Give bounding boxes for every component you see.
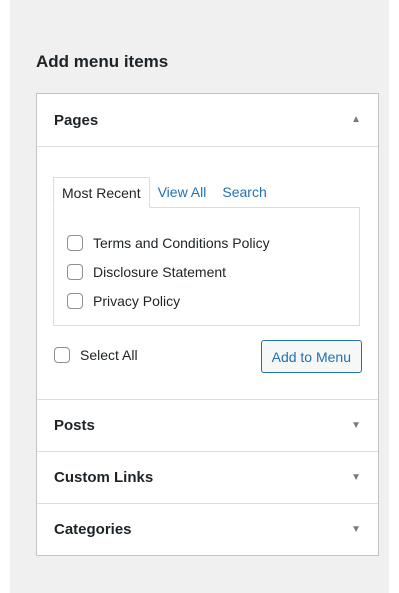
list-item[interactable]: Disclosure Statement: [67, 257, 270, 286]
tab-search[interactable]: Search: [214, 177, 274, 207]
select-all-control[interactable]: Select All: [54, 347, 138, 363]
tab-view-all[interactable]: View All: [150, 177, 215, 207]
custom-links-section-header[interactable]: Custom Links ▼: [37, 451, 378, 503]
checkbox-icon[interactable]: [67, 292, 83, 309]
pages-checklist: Terms and Conditions Policy Disclosure S…: [67, 228, 270, 315]
page-item-label: Disclosure Statement: [93, 263, 227, 280]
arrow-up-icon[interactable]: ▲: [351, 115, 361, 125]
most-recent-tab-panel: Terms and Conditions Policy Disclosure S…: [53, 207, 360, 326]
page-item-label: Terms and Conditions Policy: [93, 234, 270, 251]
add-menu-items-heading: Add menu items: [36, 52, 169, 71]
posts-section-title: Posts: [54, 417, 95, 434]
list-item[interactable]: Privacy Policy: [67, 286, 270, 315]
posts-section-header[interactable]: Posts ▼: [37, 399, 378, 451]
categories-section-title: Categories: [54, 521, 132, 538]
checkbox-icon[interactable]: [54, 347, 70, 363]
checkbox-icon[interactable]: [67, 234, 83, 251]
arrow-down-icon[interactable]: ▼: [351, 420, 361, 431]
list-item[interactable]: Terms and Conditions Policy: [67, 228, 270, 257]
add-to-menu-button[interactable]: Add to Menu: [260, 340, 362, 373]
checkbox-icon[interactable]: [67, 263, 83, 280]
tab-most-recent[interactable]: Most Recent: [53, 177, 150, 208]
pages-section-body: Most Recent View All Search Terms and Co…: [37, 146, 378, 399]
page-item-label: Privacy Policy: [93, 292, 181, 309]
arrow-down-icon[interactable]: ▼: [351, 524, 361, 535]
pages-section-title: Pages: [54, 111, 99, 129]
arrow-down-icon[interactable]: ▼: [351, 472, 361, 483]
categories-section-header[interactable]: Categories ▼: [37, 503, 378, 555]
select-all-label: Select All: [80, 347, 138, 363]
menu-items-accordion: Pages ▲ Most Recent View All Search Term…: [36, 93, 379, 556]
custom-links-section-title: Custom Links: [54, 469, 154, 486]
pages-section-header[interactable]: Pages ▲: [37, 94, 378, 146]
pages-tabs: Most Recent View All Search: [53, 177, 275, 208]
